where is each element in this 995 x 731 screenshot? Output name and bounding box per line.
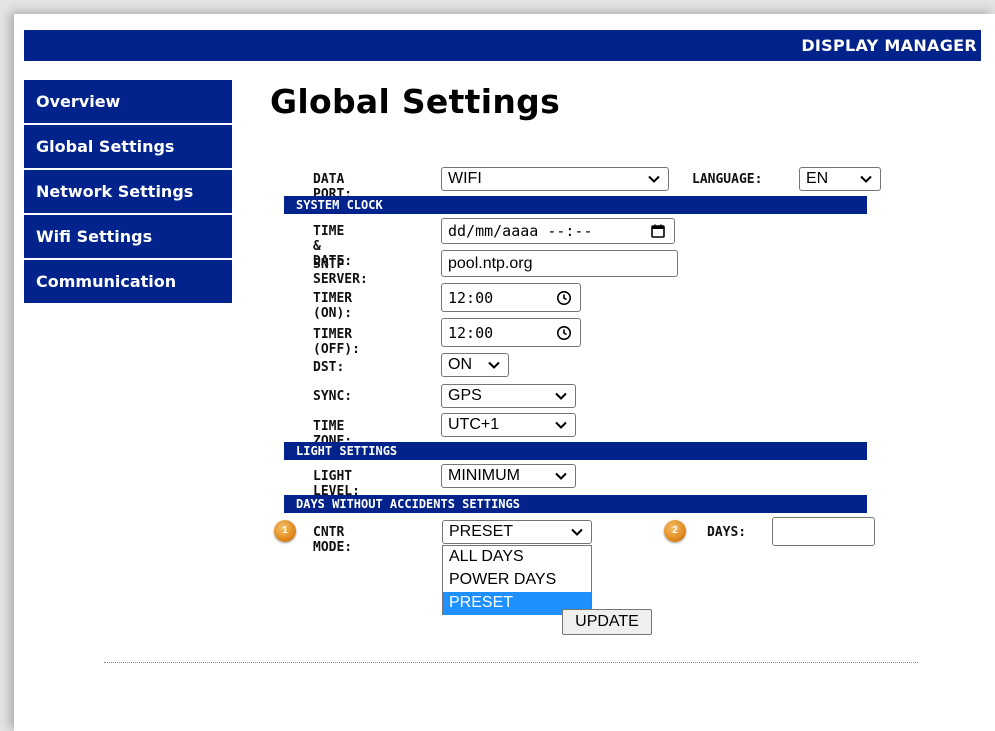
language-select[interactable]: EN: [799, 167, 881, 191]
light-level-value: MINIMUM: [448, 467, 520, 484]
page-title: Global Settings: [270, 82, 561, 121]
timer-off-value: 12:00: [448, 323, 494, 342]
days-label: DAYS:: [707, 525, 747, 540]
clock-icon[interactable]: [556, 290, 572, 306]
light-level-select[interactable]: MINIMUM: [441, 464, 576, 488]
time-zone-value: UTC+1: [448, 416, 500, 433]
language-label: LANGUAGE:: [692, 172, 763, 187]
clock-icon[interactable]: [556, 325, 572, 341]
sntp-server-value: pool.ntp.org: [448, 254, 533, 272]
update-button[interactable]: UPDATE: [562, 609, 652, 635]
chevron-down-icon: [571, 528, 583, 536]
section-system-clock: SYSTEM CLOCK: [284, 196, 867, 214]
sidebar-item-wifi-settings[interactable]: Wifi Settings: [24, 215, 232, 258]
data-port-value: WIFI: [448, 170, 482, 187]
chevron-down-icon: [488, 361, 500, 369]
timer-off-label: TIMER (OFF):: [313, 327, 360, 357]
divider: [104, 662, 918, 663]
chevron-down-icon: [555, 421, 567, 429]
dst-select[interactable]: ON: [441, 353, 509, 377]
sidebar-item-overview[interactable]: Overview: [24, 80, 232, 123]
days-input[interactable]: [772, 517, 875, 546]
annotation-badge-2: 2: [664, 520, 686, 542]
timer-on-label: TIMER (ON):: [313, 291, 353, 321]
chevron-down-icon: [648, 175, 660, 183]
sync-value: GPS: [448, 387, 482, 404]
app-header: DISPLAY MANAGER: [24, 30, 981, 61]
sidebar-item-global-settings[interactable]: Global Settings: [24, 125, 232, 168]
sntp-server-input[interactable]: pool.ntp.org: [441, 250, 678, 277]
data-port-select[interactable]: WIFI: [441, 167, 669, 191]
chevron-down-icon: [860, 175, 872, 183]
time-zone-select[interactable]: UTC+1: [441, 413, 576, 437]
cntr-mode-dropdown: ALL DAYS POWER DAYS PRESET: [442, 545, 592, 615]
sidebar-item-network-settings[interactable]: Network Settings: [24, 170, 232, 213]
timer-on-input[interactable]: 12:00: [441, 283, 581, 312]
sidebar-item-communication[interactable]: Communication: [24, 260, 232, 303]
calendar-icon[interactable]: [650, 223, 666, 239]
timer-off-input[interactable]: 12:00: [441, 318, 581, 347]
sidebar: Overview Global Settings Network Setting…: [24, 80, 232, 305]
cntr-mode-select[interactable]: PRESET: [442, 520, 592, 544]
sync-select[interactable]: GPS: [441, 384, 576, 408]
chevron-down-icon: [555, 472, 567, 480]
section-light-settings: LIGHT SETTINGS: [284, 442, 867, 460]
sync-label: SYNC:: [313, 389, 353, 404]
language-value: EN: [806, 170, 829, 187]
time-date-input[interactable]: dd/mm/aaaa --:--: [441, 218, 675, 244]
dropdown-option-power-days[interactable]: POWER DAYS: [443, 569, 591, 592]
sntp-server-label: SNTP SERVER:: [313, 257, 368, 287]
chevron-down-icon: [555, 392, 567, 400]
annotation-badge-1: 1: [274, 520, 296, 542]
dropdown-option-all-days[interactable]: ALL DAYS: [443, 546, 591, 569]
timer-on-value: 12:00: [448, 288, 494, 307]
dst-value: ON: [448, 356, 472, 373]
cntr-mode-label: CNTR MODE:: [313, 525, 353, 555]
cntr-mode-value: PRESET: [449, 523, 514, 540]
time-date-placeholder: dd/mm/aaaa --:--: [448, 222, 593, 240]
dst-label: DST:: [313, 360, 345, 375]
section-days-without-accidents: DAYS WITHOUT ACCIDENTS SETTINGS: [284, 495, 867, 513]
